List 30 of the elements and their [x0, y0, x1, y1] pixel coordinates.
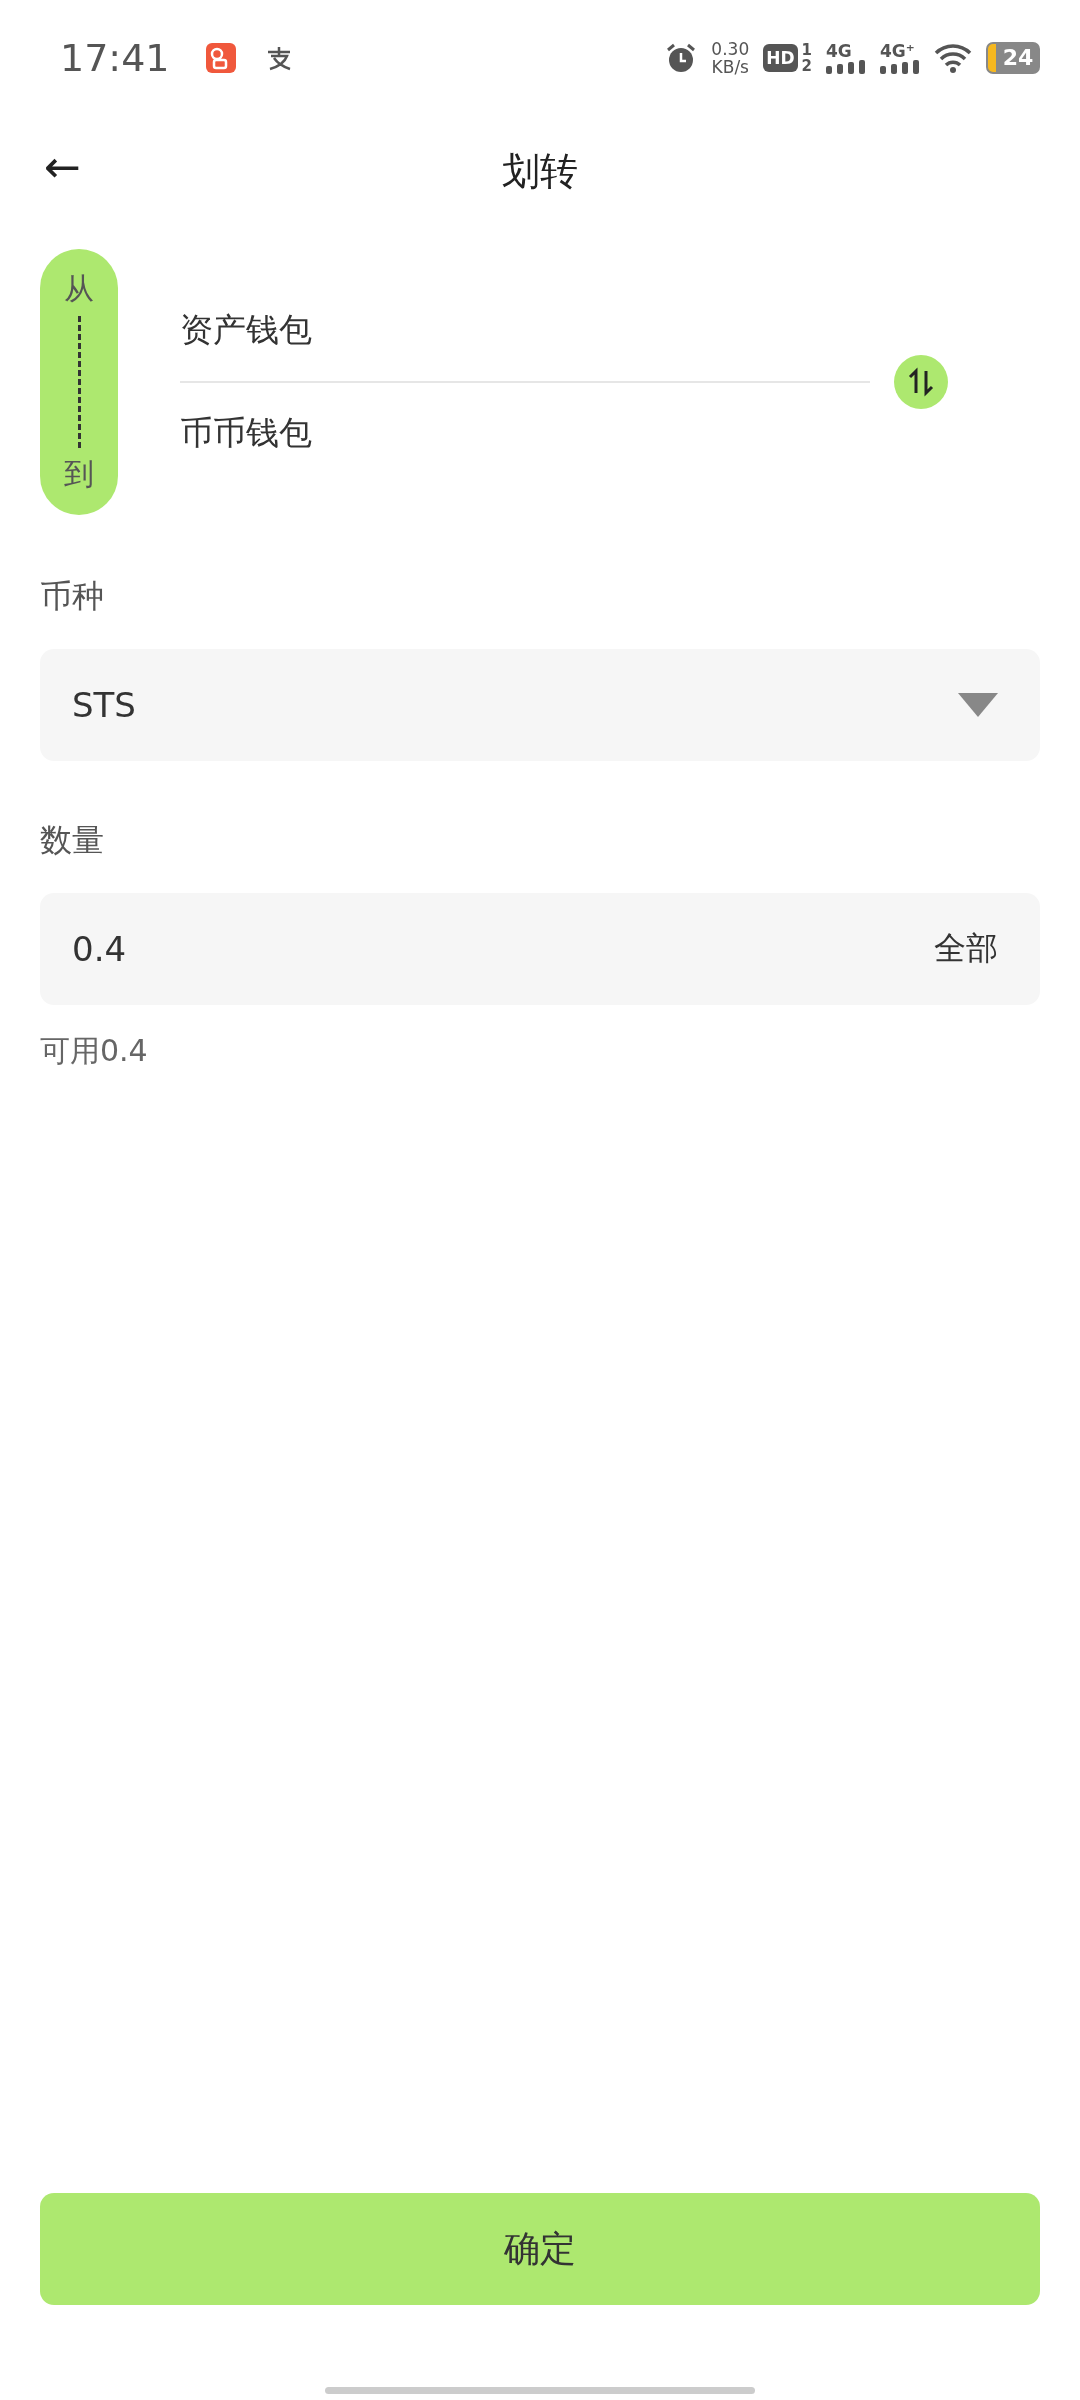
signal-icon: [826, 59, 866, 74]
app-icon: [205, 42, 236, 73]
swap-icon: [906, 367, 936, 397]
dropdown-icon: [958, 693, 998, 717]
page-title: 划转: [502, 147, 578, 195]
from-wallet[interactable]: 资产钱包: [180, 280, 870, 381]
confirm-button[interactable]: 确定: [40, 2193, 1040, 2305]
all-button[interactable]: 全部: [934, 927, 998, 971]
sim-number: 2: [801, 57, 812, 74]
amount-label: 数量: [39, 820, 105, 861]
amount-field[interactable]: 0.4 全部: [40, 893, 1040, 1005]
sim-number: 1: [801, 41, 812, 58]
speed-unit: KB/s: [711, 57, 749, 76]
to-wallet[interactable]: 币币钱包: [180, 383, 870, 484]
currency-select[interactable]: STS: [40, 649, 1040, 761]
battery-icon: 24: [986, 41, 1040, 74]
available-balance: 可用0.4: [39, 1032, 149, 1070]
hd-badge: HD: [763, 43, 798, 72]
signal-icon: [880, 59, 920, 74]
to-label: 到: [64, 455, 94, 493]
swap-button[interactable]: [894, 355, 948, 409]
speed-value: 0.30: [711, 39, 750, 58]
alarm-icon: [665, 41, 698, 74]
network-label: 4G: [826, 41, 852, 60]
from-label: 从: [64, 270, 94, 308]
currency-label: 币种: [39, 576, 105, 617]
network-label: 4G⁺: [880, 41, 915, 60]
status-time: 17:41: [60, 35, 170, 80]
back-button[interactable]: ←: [36, 141, 89, 192]
wifi-icon: [934, 42, 972, 73]
